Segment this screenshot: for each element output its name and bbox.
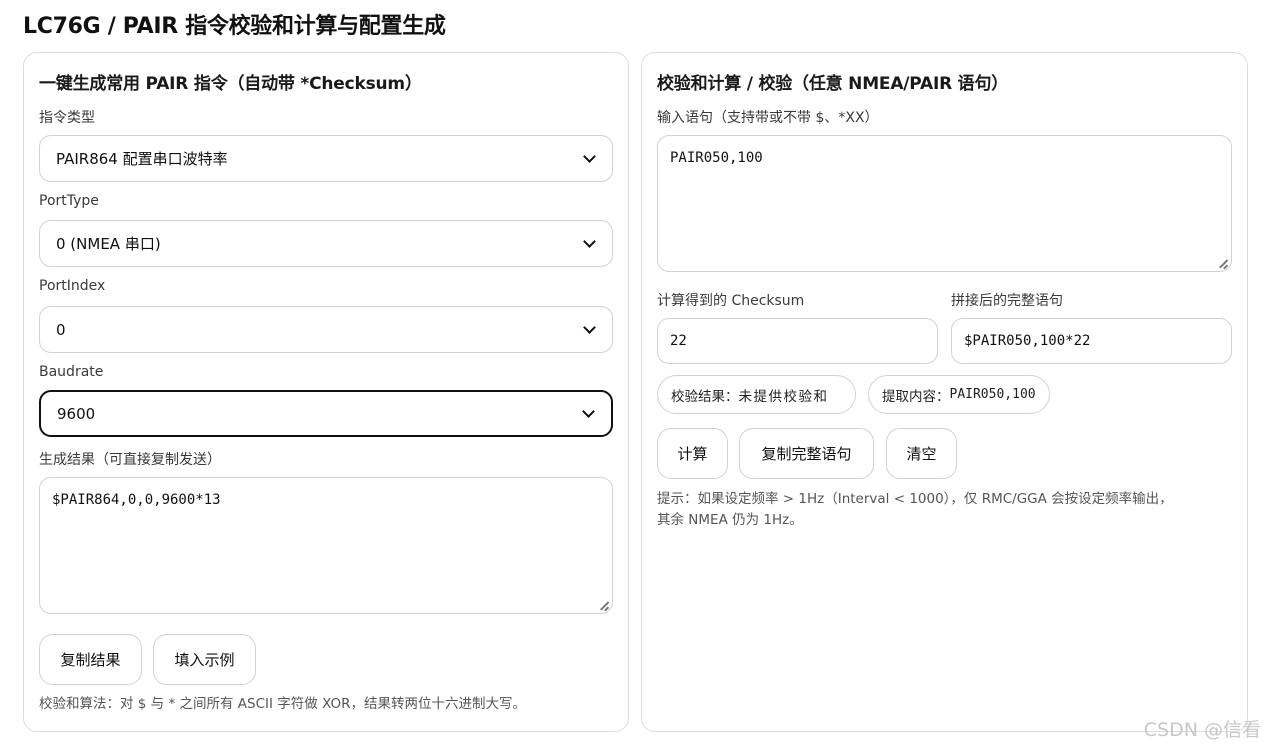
port-type-label: PortType: [39, 193, 99, 209]
port-index-value: 0: [56, 320, 66, 339]
input-sentence-label: 输入语句（支持带或不带 $、*XX）: [657, 110, 879, 126]
port-type-select[interactable]: 0 (NMEA 串口): [39, 220, 613, 267]
chevron-down-icon: [583, 234, 596, 248]
checksum-output[interactable]: 22: [657, 318, 938, 364]
result-textarea[interactable]: $PAIR864,0,0,9600*13: [39, 477, 613, 614]
copy-result-button[interactable]: 复制结果: [39, 634, 142, 685]
input-sentence-text: PAIR050,100: [670, 150, 763, 166]
compute-button[interactable]: 计算: [657, 428, 728, 479]
verify-result-prefix: 校验结果：: [671, 388, 739, 405]
baudrate-label: Baudrate: [39, 364, 104, 380]
extracted-content-badge: 提取内容： PAIR050,100: [868, 375, 1050, 414]
verify-result-badge: 校验结果： 未提供校验和: [657, 375, 856, 414]
clear-button[interactable]: 清空: [886, 428, 957, 479]
command-type-select[interactable]: PAIR864 配置串口波特率: [39, 135, 613, 182]
copy-full-sentence-button[interactable]: 复制完整语句: [739, 428, 874, 479]
frequency-hint-line1: 提示：如果设定频率 > 1Hz（Interval < 1000），仅 RMC/G…: [657, 491, 1173, 507]
port-type-value: 0 (NMEA 串口): [56, 235, 161, 253]
baudrate-value: 9600: [57, 404, 96, 423]
result-text: $PAIR864,0,0,9600*13: [52, 492, 221, 508]
full-sentence-label: 拼接后的完整语句: [951, 293, 1063, 309]
watermark: CSDN @信看: [1143, 719, 1261, 741]
checksum-algorithm-note: 校验和算法：对 $ 与 * 之间所有 ASCII 字符做 XOR，结果转两位十六…: [39, 696, 526, 712]
verify-result-value: 未提供校验和: [738, 388, 829, 405]
port-index-label: PortIndex: [39, 278, 106, 294]
extracted-content-prefix: 提取内容：: [882, 388, 950, 405]
generator-heading: 一键生成常用 PAIR 指令（自动带 *Checksum）: [39, 74, 422, 94]
resize-grip-icon[interactable]: [600, 601, 609, 610]
frequency-hint-line2: 其余 NMEA 仍为 1Hz。: [657, 512, 803, 528]
baudrate-select[interactable]: 9600: [39, 390, 613, 437]
chevron-down-icon: [582, 404, 595, 418]
port-index-select[interactable]: 0: [39, 306, 613, 353]
command-type-value: PAIR864 配置串口波特率: [56, 150, 228, 168]
result-label: 生成结果（可直接复制发送）: [39, 452, 221, 468]
checksum-label: 计算得到的 Checksum: [657, 293, 805, 309]
full-sentence-output[interactable]: $PAIR050,100*22: [951, 318, 1232, 364]
chevron-down-icon: [583, 320, 596, 334]
page-title: LC76G / PAIR 指令校验和计算与配置生成: [23, 14, 446, 39]
checksum-card: 校验和计算 / 校验（任意 NMEA/PAIR 语句） 输入语句（支持带或不带 …: [641, 52, 1248, 732]
checksum-heading: 校验和计算 / 校验（任意 NMEA/PAIR 语句）: [657, 74, 1009, 94]
generator-card: 一键生成常用 PAIR 指令（自动带 *Checksum） 指令类型 PAIR8…: [23, 52, 629, 732]
command-type-label: 指令类型: [39, 110, 95, 126]
chevron-down-icon: [583, 149, 596, 163]
extracted-content-value: PAIR050,100: [949, 387, 1036, 402]
fill-example-button[interactable]: 填入示例: [153, 634, 256, 685]
resize-grip-icon[interactable]: [1219, 259, 1228, 268]
input-sentence-textarea[interactable]: PAIR050,100: [657, 135, 1232, 272]
